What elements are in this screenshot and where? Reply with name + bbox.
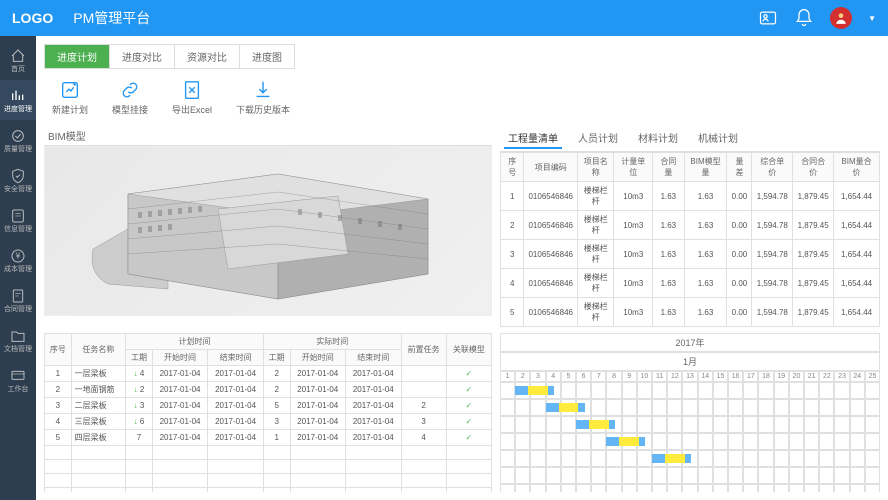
- qty-row[interactable]: 10106546846楼梯栏杆10m31.631.630.001,594.781…: [501, 182, 880, 211]
- gantt-row: [500, 382, 880, 399]
- gantt-bar[interactable]: [576, 420, 615, 429]
- check-icon: ✓: [466, 433, 473, 442]
- tab-3[interactable]: 进度图: [240, 45, 294, 68]
- sidebar-item-quality[interactable]: 质量管理: [0, 120, 36, 160]
- bell-icon[interactable]: [794, 8, 814, 28]
- tool-new[interactable]: 新建计划: [52, 79, 88, 116]
- sidebar-item-cost[interactable]: ¥成本管理: [0, 240, 36, 280]
- svg-text:¥: ¥: [15, 251, 21, 260]
- sidebar-item-info[interactable]: 信息管理: [0, 200, 36, 240]
- tool-export[interactable]: 导出Excel: [172, 79, 212, 116]
- check-icon: ✓: [466, 401, 473, 410]
- gantt-bar[interactable]: [652, 454, 691, 463]
- check-icon: ✓: [466, 369, 473, 378]
- app-title: PM管理平台: [73, 8, 150, 28]
- user-card-icon[interactable]: [758, 8, 778, 28]
- gantt-row: [500, 416, 880, 433]
- gantt-bar[interactable]: [606, 437, 645, 446]
- check-icon: ✓: [466, 385, 473, 394]
- tab-2[interactable]: 资源对比: [175, 45, 240, 68]
- avatar[interactable]: [830, 7, 852, 29]
- qty-row[interactable]: 40106546846楼梯栏杆10m31.631.630.001,594.781…: [501, 269, 880, 298]
- subtab-2[interactable]: 材料计划: [634, 128, 682, 149]
- qty-row[interactable]: 20106546846楼梯栏杆10m31.631.630.001,594.781…: [501, 211, 880, 240]
- gantt-bar[interactable]: [546, 403, 585, 412]
- gantt-bar[interactable]: [515, 386, 554, 395]
- quantity-table: 序号项目编码项目名称计量单位合同量BIM模型量量差综合单价合同合价BIM量合价 …: [500, 152, 880, 327]
- sidebar-item-safety[interactable]: 安全管理: [0, 160, 36, 200]
- model-title: BIM模型: [44, 126, 492, 146]
- task-row[interactable]: 4三层梁板↓ 62017-01-042017-01-0432017-01-042…: [45, 414, 492, 430]
- check-icon: ✓: [466, 417, 473, 426]
- gantt-row: [500, 433, 880, 450]
- tool-download[interactable]: 下载历史版本: [236, 79, 290, 116]
- task-row[interactable]: 2一地面钢筋↓ 22017-01-042017-01-0422017-01-04…: [45, 382, 492, 398]
- logo: LOGO: [12, 10, 53, 26]
- sidebar-item-progress[interactable]: 进度管理: [0, 80, 36, 120]
- qty-row[interactable]: 50106546846楼梯栏杆10m31.631.630.001,594.781…: [501, 298, 880, 327]
- tab-1[interactable]: 进度对比: [110, 45, 175, 68]
- sidebar-item-docs[interactable]: 文档管理: [0, 320, 36, 360]
- bim-model-view[interactable]: [44, 146, 492, 316]
- sidebar-item-home[interactable]: 首页: [0, 40, 36, 80]
- tool-link[interactable]: 模型挂接: [112, 79, 148, 116]
- task-row[interactable]: 5四层梁板 72017-01-042017-01-0412017-01-0420…: [45, 430, 492, 446]
- task-table: 序号 任务名称 计划时间 实际时间 前置任务 关联模型 工期开始时间结束时间 工…: [44, 333, 492, 492]
- sidebar-item-workbench[interactable]: 工作台: [0, 360, 36, 400]
- task-row[interactable]: 3二层梁板↓ 32017-01-042017-01-0452017-01-042…: [45, 398, 492, 414]
- gantt-row: [500, 399, 880, 416]
- subtab-0[interactable]: 工程量清单: [504, 128, 562, 149]
- tab-0[interactable]: 进度计划: [45, 45, 110, 68]
- task-row[interactable]: 1一层梁板↓ 42017-01-042017-01-0422017-01-042…: [45, 366, 492, 382]
- qty-row[interactable]: 30106546846楼梯栏杆10m31.631.630.001,594.781…: [501, 240, 880, 269]
- chevron-down-icon[interactable]: ▼: [868, 14, 876, 23]
- subtab-1[interactable]: 人员计划: [574, 128, 622, 149]
- gantt-row: [500, 450, 880, 467]
- sidebar-item-contract[interactable]: 合同管理: [0, 280, 36, 320]
- subtab-3[interactable]: 机械计划: [694, 128, 742, 149]
- gantt-chart[interactable]: 2017年 1月 1234567891011121314151617181920…: [500, 333, 880, 492]
